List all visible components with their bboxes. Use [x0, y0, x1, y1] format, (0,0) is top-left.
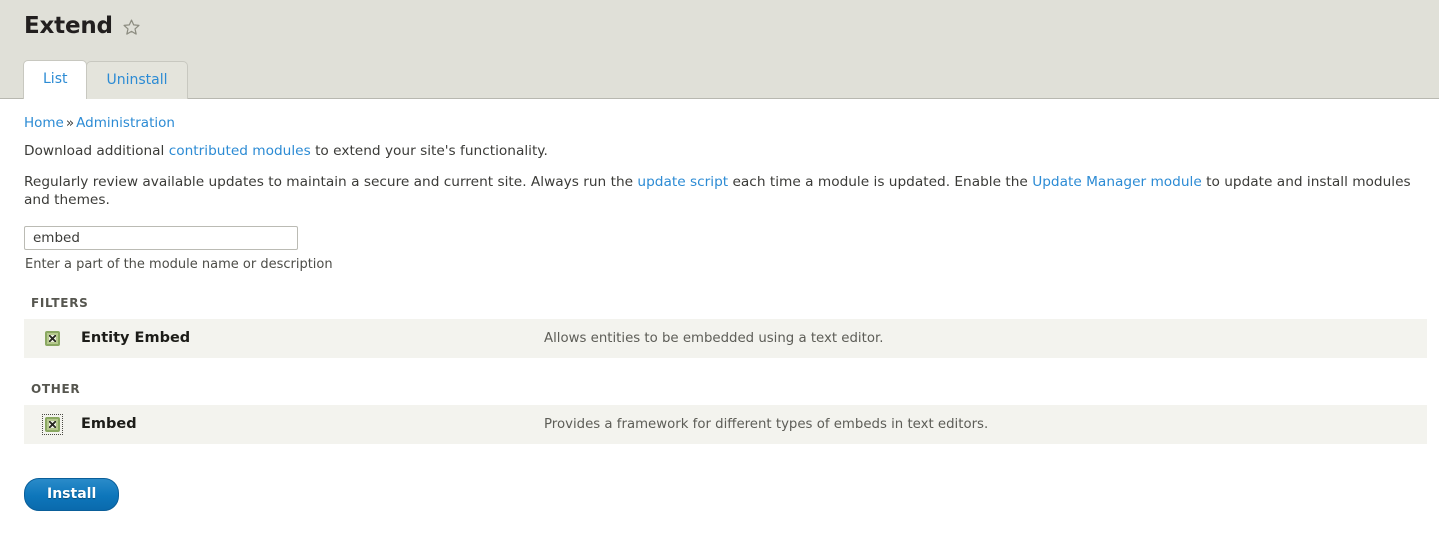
page-title: Extend [24, 13, 113, 39]
breadcrumb: Home» Administration [0, 99, 1439, 131]
module-group-title: FILTERS [31, 295, 89, 310]
module-name: Entity Embed [81, 330, 191, 347]
intro-line-1: Download additional contributed modules … [0, 131, 1439, 160]
broken-image-icon-wrap[interactable] [45, 330, 60, 346]
title-row: Extend [0, 0, 1439, 39]
page-header: Extend List Uninstall [0, 0, 1439, 99]
update-manager-module-link[interactable]: Update Manager module [1032, 174, 1202, 190]
update-script-link[interactable]: update script [637, 174, 728, 190]
star-outline-icon[interactable] [122, 18, 141, 37]
table-row[interactable]: Entity Embed Allows entities to be embed… [24, 318, 1427, 358]
contributed-modules-link[interactable]: contributed modules [169, 143, 311, 159]
broken-image-icon[interactable] [45, 416, 60, 432]
module-enable-checkbox-cell[interactable] [24, 330, 81, 346]
module-description: Allows entities to be embedded using a t… [544, 330, 884, 346]
broken-image-icon-wrap[interactable] [42, 413, 63, 435]
module-filter-description: Enter a part of the module name or descr… [25, 256, 333, 272]
module-filter-input[interactable] [24, 225, 298, 250]
tab-uninstall[interactable]: Uninstall [86, 61, 188, 99]
intro-text-2b: each time a module is updated. Enable th… [728, 173, 1033, 190]
breadcrumb-separator: » [65, 115, 75, 131]
module-group-title: OTHER [31, 381, 81, 396]
intro-text-1b: to extend your site's functionality. [310, 143, 548, 160]
install-button[interactable]: Install [24, 477, 120, 511]
intro-text-1a: Download additional [24, 143, 169, 160]
module-group-filters: FILTERS Entity Embed Allows entities to … [0, 296, 1439, 358]
module-group-other: OTHER Embed Provides a framework for dif… [0, 382, 1439, 444]
broken-image-icon[interactable] [45, 330, 60, 346]
breadcrumb-item-administration[interactable]: Administration [76, 115, 175, 131]
primary-tabs: List Uninstall [23, 60, 188, 99]
table-row[interactable]: Embed Provides a framework for different… [24, 404, 1427, 444]
module-filter-wrap [0, 210, 1439, 250]
intro-text-2a: Regularly review available updates to ma… [24, 173, 638, 190]
module-description: Provides a framework for different types… [544, 416, 989, 432]
breadcrumb-item-home[interactable]: Home [24, 115, 64, 131]
form-actions: Install [0, 444, 1439, 511]
module-enable-checkbox-cell[interactable] [24, 413, 81, 435]
module-name: Embed [81, 416, 137, 433]
main-content: Home» Administration Download additional … [0, 99, 1439, 511]
intro-line-2: Regularly review available updates to ma… [0, 161, 1439, 210]
tab-list[interactable]: List [23, 60, 88, 99]
